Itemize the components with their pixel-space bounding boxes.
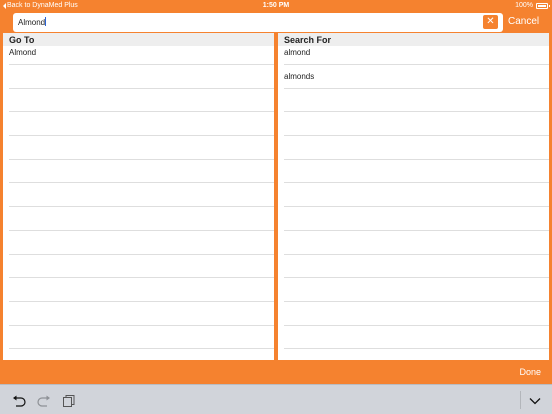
results-columns: Go To Almond Search For almond almonds (0, 33, 552, 360)
redo-icon[interactable] (37, 394, 51, 407)
empty-row (284, 160, 549, 184)
go-to-list: Almond (3, 41, 274, 350)
empty-row (284, 255, 549, 279)
close-icon: ✕ (486, 16, 495, 27)
empty-row (9, 231, 274, 255)
text-cursor (45, 17, 47, 26)
empty-row (284, 207, 549, 231)
empty-row (284, 278, 549, 302)
search-for-item[interactable]: almond (284, 41, 549, 65)
search-input-value[interactable]: Almond (18, 17, 47, 27)
status-bar: Back to DynaMed Plus 1:50 PM 100% (0, 0, 552, 12)
empty-row (9, 326, 274, 350)
clear-search-button[interactable]: ✕ (483, 15, 498, 29)
empty-row (9, 136, 274, 160)
status-time: 1:50 PM (262, 2, 290, 9)
empty-row (9, 89, 274, 113)
empty-row (9, 65, 274, 89)
battery-percent: 100% (515, 2, 533, 9)
battery-status: 100% (515, 2, 550, 9)
empty-row (9, 183, 274, 208)
empty-row (284, 302, 549, 326)
empty-row (9, 160, 274, 184)
go-to-item[interactable]: Almond (9, 41, 274, 65)
go-to-column: Go To Almond (3, 33, 274, 360)
bottom-action-bar: Done (0, 360, 552, 384)
empty-row (9, 112, 274, 137)
search-for-item[interactable]: almonds (284, 65, 549, 89)
search-input[interactable]: Almond ✕ (13, 13, 503, 32)
paste-icon[interactable] (62, 394, 76, 407)
search-for-list: almond almonds (278, 41, 549, 350)
undo-icon[interactable] (12, 394, 26, 407)
keyboard-shortcut-bar (0, 384, 552, 414)
done-button[interactable]: Done (519, 367, 541, 377)
empty-row (9, 278, 274, 302)
empty-row (284, 183, 549, 208)
toolbar-separator (520, 391, 521, 409)
cancel-button[interactable]: Cancel (508, 16, 539, 27)
search-for-column: Search For almond almonds (278, 33, 549, 360)
empty-row (284, 112, 549, 137)
empty-row (9, 255, 274, 279)
empty-row (284, 231, 549, 255)
battery-icon (536, 2, 550, 9)
empty-row (9, 302, 274, 326)
search-header: Almond ✕ Cancel (0, 12, 552, 33)
empty-row (284, 89, 549, 113)
chevron-down-icon[interactable] (528, 394, 542, 406)
empty-row (284, 326, 549, 350)
empty-row (284, 136, 549, 160)
empty-row (9, 207, 274, 231)
